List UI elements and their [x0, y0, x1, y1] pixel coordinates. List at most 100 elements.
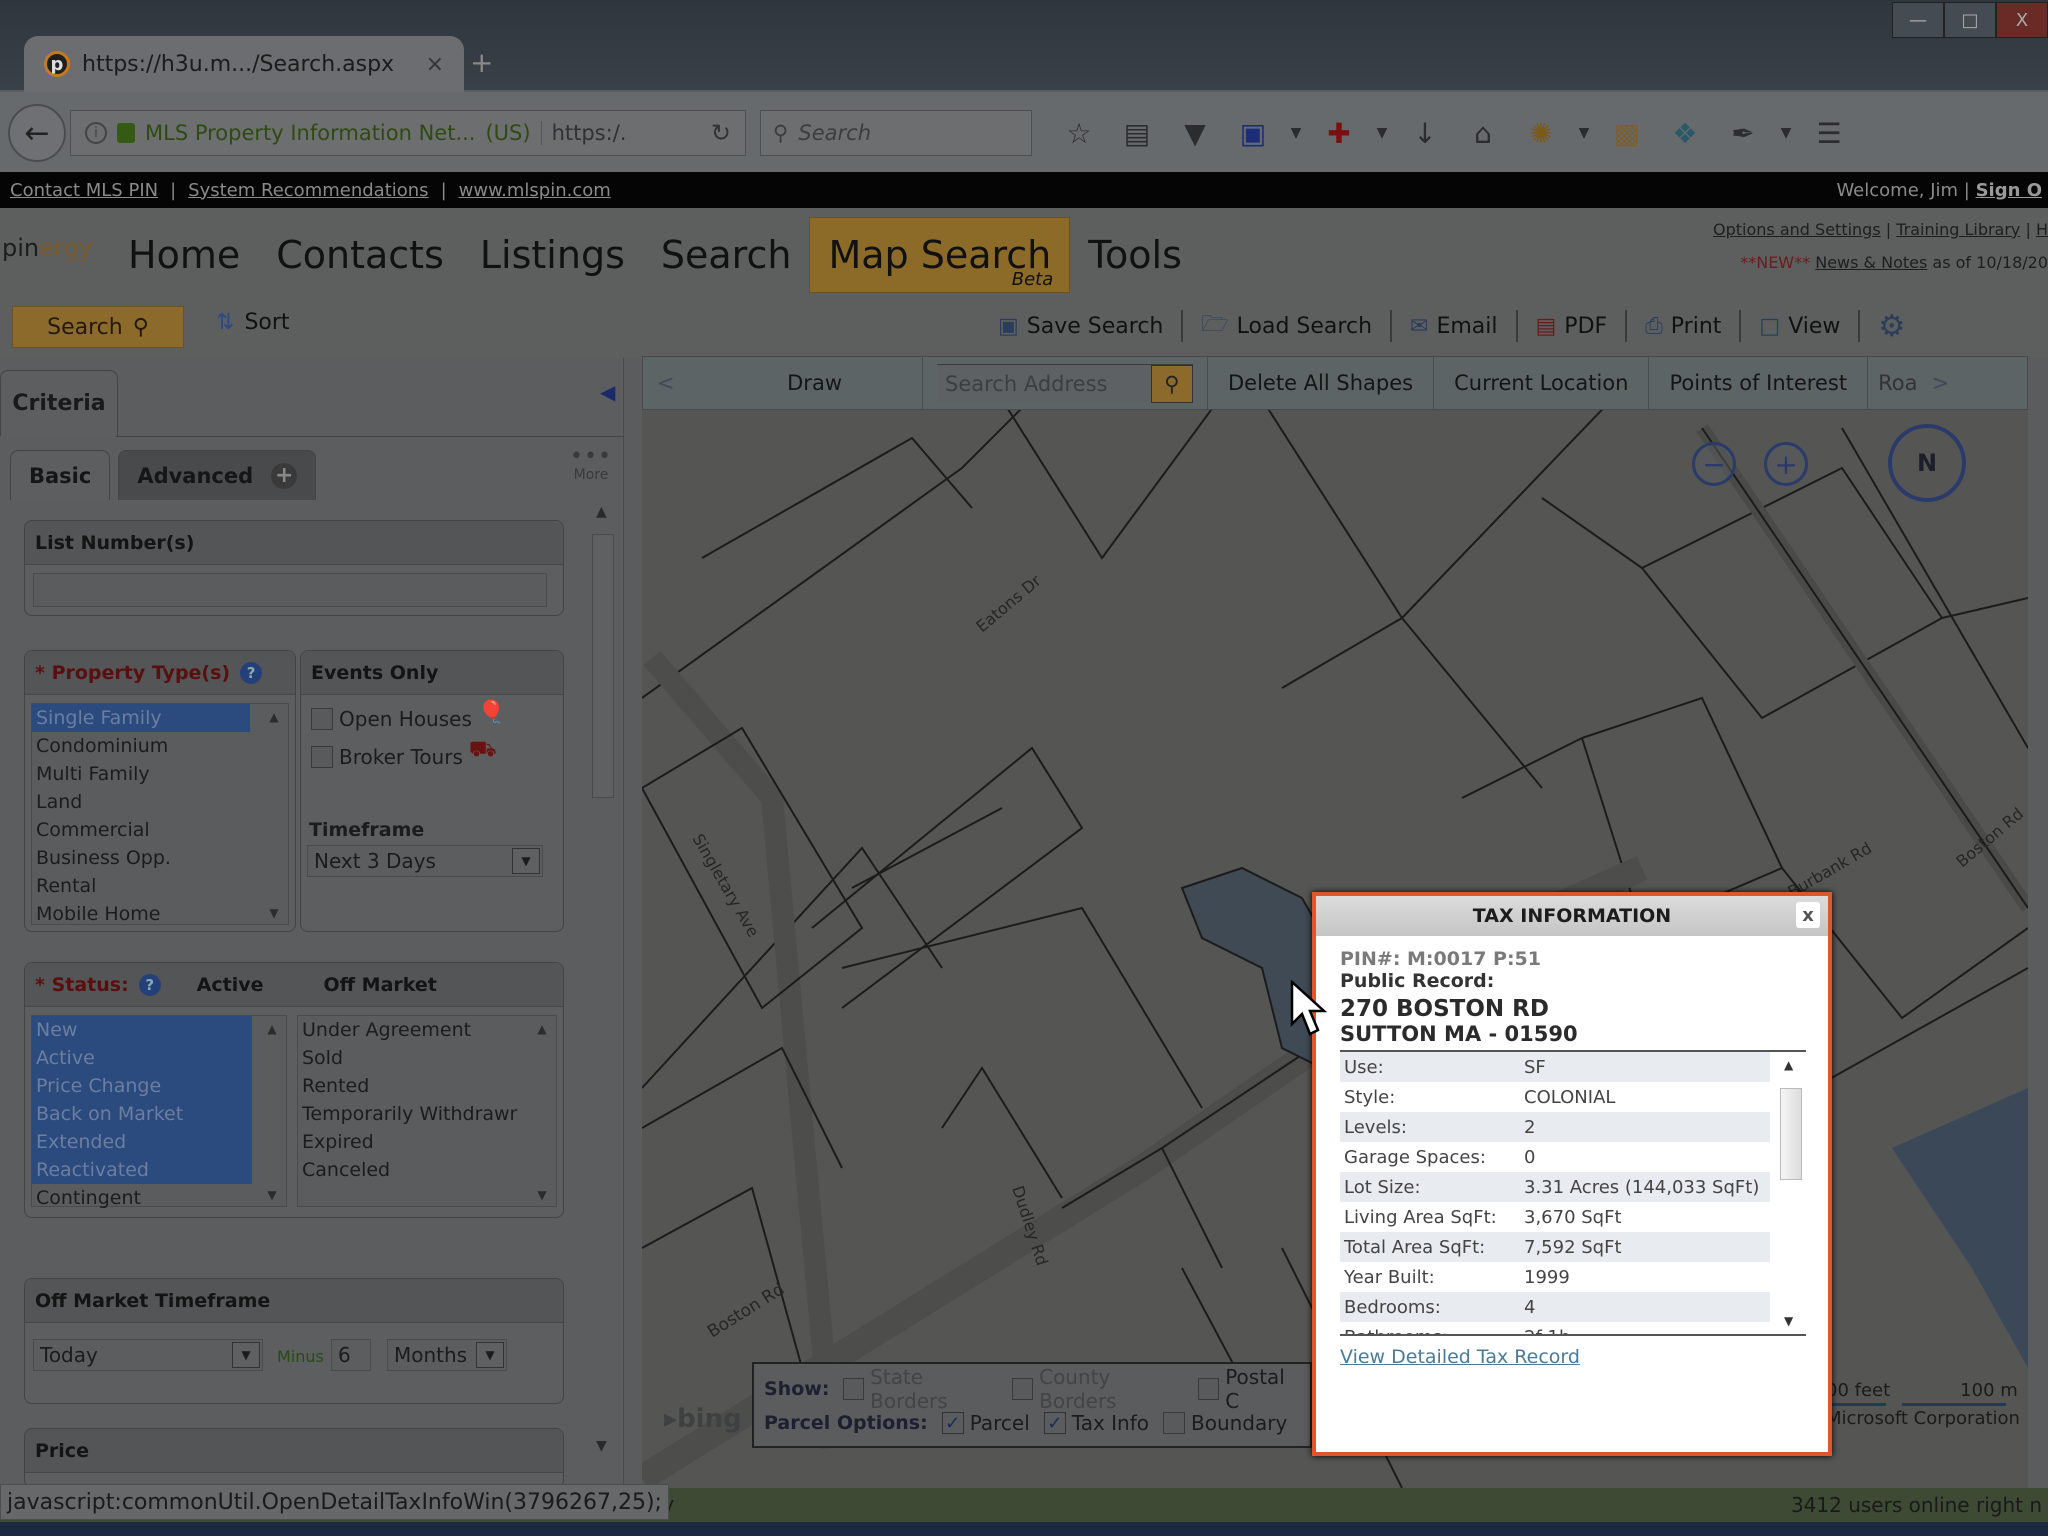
active-status-list[interactable]: New Active Price Change Back on Market E… [31, 1015, 287, 1209]
list-item[interactable]: Multi Family [32, 760, 288, 788]
list-item[interactable]: Rental [32, 872, 288, 900]
delete-all-shapes-button[interactable]: Delete All Shapes [1207, 357, 1435, 409]
off-market-status-list[interactable]: Under Agreement Sold Rented Temporarily … [297, 1015, 557, 1207]
state-borders-checkbox[interactable]: State Borders [843, 1365, 998, 1413]
search-address-input[interactable]: Search Address ⚲ [937, 364, 1193, 403]
bookmark-star-icon[interactable]: ☆ [1050, 117, 1108, 150]
reload-icon[interactable]: ↻ [711, 119, 731, 147]
run-search-button[interactable]: Search ⚲ [12, 306, 184, 348]
more-button[interactable]: ••• More [570, 446, 612, 483]
prev-arrow-icon[interactable]: < [657, 371, 675, 395]
list-scrollbar[interactable]: ▲ ▼ [528, 1016, 556, 1206]
checkbox[interactable] [843, 1378, 865, 1400]
dropdown-arrow-icon[interactable]: ▼ [1772, 125, 1800, 141]
list-scrollbar[interactable]: ▲ ▼ [260, 704, 288, 924]
tab-close-icon[interactable]: × [426, 52, 444, 77]
tax-info-checkbox[interactable]: ✓ Tax Info [1043, 1411, 1149, 1435]
nav-tools[interactable]: Tools [1070, 217, 1200, 293]
list-item[interactable]: Rented [298, 1072, 556, 1100]
list-scrollbar[interactable]: ▲ ▼ [258, 1016, 286, 1206]
settings-button[interactable]: ⚙ [1860, 309, 1923, 344]
contact-mls-pin-link[interactable]: Contact MLS PIN [10, 180, 158, 201]
close-window-button[interactable]: X [1996, 2, 2048, 38]
scroll-up-icon[interactable]: ▲ [260, 710, 288, 724]
print-button[interactable]: ⎙ Print [1627, 310, 1742, 342]
reading-list-icon[interactable]: ▤ [1108, 117, 1166, 150]
pdf-button[interactable]: ▤ PDF [1518, 310, 1628, 342]
pinergy-logo[interactable]: pinergy [2, 234, 93, 262]
list-item[interactable]: Condominium [32, 732, 288, 760]
next-arrow-icon[interactable]: > [1931, 371, 1949, 395]
points-of-interest-button[interactable]: Points of Interest [1649, 357, 1869, 409]
bug-icon[interactable]: ✺ [1512, 117, 1570, 150]
list-numbers-input[interactable] [33, 573, 547, 607]
checkbox[interactable] [1198, 1378, 1220, 1400]
info-icon[interactable]: i [85, 122, 107, 144]
scroll-thumb[interactable] [1780, 1088, 1802, 1180]
list-item[interactable]: Sold [298, 1044, 556, 1072]
list-item[interactable]: Extended [32, 1128, 252, 1156]
nav-contacts[interactable]: Contacts [258, 217, 462, 293]
boundary-checkbox[interactable]: Boundary [1163, 1411, 1287, 1435]
list-item[interactable]: Expired [298, 1128, 556, 1156]
road-view-button[interactable]: Roa > [1868, 357, 1959, 409]
scroll-down-icon[interactable]: ▼ [260, 906, 288, 920]
scroll-down-icon[interactable]: ▼ [596, 1438, 607, 1454]
back-button[interactable]: ← [8, 104, 66, 162]
checkmark-icon[interactable]: ✓ [1043, 1412, 1066, 1434]
help-icon[interactable]: ? [138, 973, 161, 996]
list-item[interactable]: Active [32, 1044, 252, 1072]
broker-tours-checkbox[interactable]: Broker Tours ⛟ [311, 737, 497, 769]
scroll-up-icon[interactable]: ▲ [258, 1022, 286, 1036]
checkbox[interactable] [311, 708, 333, 730]
checkbox[interactable] [1163, 1412, 1185, 1434]
system-recommendations-link[interactable]: System Recommendations [188, 180, 428, 201]
options-settings-link[interactable]: Options and Settings [1713, 220, 1881, 239]
first-aid-icon[interactable]: ✚ [1310, 117, 1368, 150]
list-item[interactable]: Single Family [32, 704, 250, 732]
address-bar[interactable]: i MLS Property Information Net... (US) h… [70, 110, 746, 156]
list-item[interactable]: Temporarily Withdrawr [298, 1100, 556, 1128]
save-disk-icon[interactable]: ▣ [1224, 117, 1282, 150]
minus-value-input[interactable]: 6 [331, 1339, 371, 1371]
scroll-down-icon[interactable]: ▼ [258, 1188, 286, 1202]
view-detailed-tax-record-link[interactable]: View Detailed Tax Record [1340, 1346, 1580, 1368]
web-developer-icon[interactable]: ❖ [1656, 117, 1714, 150]
maximize-button[interactable]: □ [1944, 2, 1996, 38]
list-item[interactable]: Land [32, 788, 288, 816]
menu-icon[interactable]: ☰ [1800, 117, 1858, 150]
list-item[interactable]: Back on Market [32, 1100, 252, 1128]
list-item[interactable]: Business Opp. [32, 844, 288, 872]
new-tab-button[interactable]: + [470, 46, 493, 79]
tab-criteria[interactable]: Criteria [0, 370, 118, 436]
property-types-list[interactable]: Single Family Condominium Multi Family L… [31, 703, 289, 925]
criteria-scrollbar[interactable]: ▲ ▼ [590, 504, 616, 1454]
checkbox[interactable] [1012, 1378, 1034, 1400]
scroll-up-icon[interactable]: ▲ [528, 1022, 556, 1036]
compass-control[interactable]: N [1888, 424, 1966, 502]
home-icon[interactable]: ⌂ [1454, 117, 1512, 150]
address-search-button[interactable]: ⚲ [1151, 365, 1193, 403]
county-borders-checkbox[interactable]: County Borders [1012, 1365, 1184, 1413]
nav-search[interactable]: Search [643, 217, 810, 293]
download-icon[interactable]: ↓ [1396, 117, 1454, 150]
scroll-down-icon[interactable]: ▼ [528, 1188, 556, 1202]
checkbox[interactable] [311, 746, 333, 768]
checkmark-icon[interactable]: ✓ [941, 1412, 964, 1434]
parcel-checkbox[interactable]: ✓ Parcel [941, 1411, 1030, 1435]
timeframe-base-select[interactable]: Today ▼ [33, 1339, 263, 1371]
view-button[interactable]: □ View [1741, 310, 1861, 342]
mlspin-website-link[interactable]: www.mlspin.com [459, 180, 611, 201]
load-search-button[interactable]: 🗁 Load Search [1183, 310, 1393, 342]
url-text[interactable]: https:/. [540, 121, 626, 145]
sign-out-link[interactable]: Sign O [1976, 180, 2042, 201]
ruler-icon[interactable]: ▩ [1598, 117, 1656, 150]
browser-tab[interactable]: p https://h3u.m.../Search.aspx × [24, 36, 464, 92]
scroll-up-icon[interactable]: ▲ [1784, 1058, 1793, 1072]
tab-basic[interactable]: Basic [10, 450, 111, 500]
list-item[interactable]: New [32, 1016, 252, 1044]
nav-home[interactable]: Home [110, 217, 258, 293]
email-button[interactable]: ✉ Email [1392, 310, 1518, 342]
chevron-down-icon[interactable]: ▼ [476, 1342, 504, 1368]
collapse-panel-icon[interactable]: ◀ [600, 380, 615, 404]
